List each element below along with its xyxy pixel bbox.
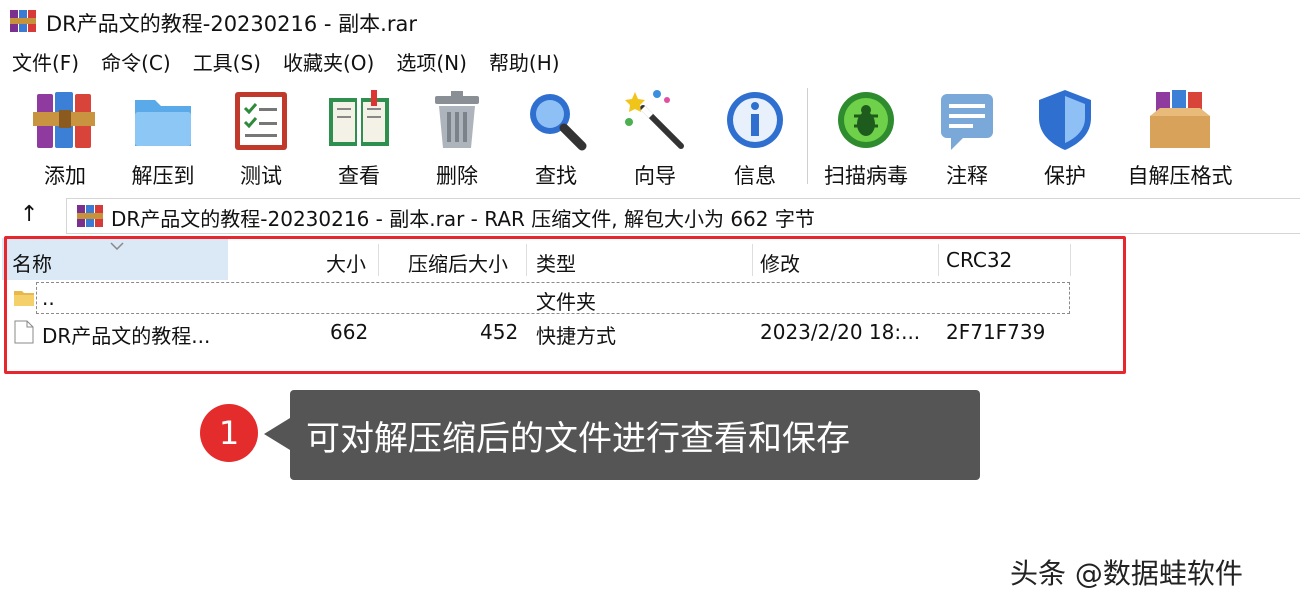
callout-arrow (264, 418, 290, 450)
add-button[interactable]: 添加 (16, 86, 114, 190)
shield-icon (1039, 90, 1091, 150)
checklist-icon (235, 92, 287, 150)
folder-icon (135, 100, 191, 146)
winrar-archive-icon (77, 205, 103, 227)
menu-help[interactable]: 帮助(H) (477, 47, 570, 76)
find-label: 查找 (535, 164, 577, 188)
open-book-icon (329, 90, 389, 146)
add-label: 添加 (44, 164, 86, 188)
info-label: 信息 (734, 164, 776, 188)
menu-favorites[interactable]: 收藏夹(O) (271, 47, 384, 76)
protect-button[interactable]: 保护 (1016, 86, 1114, 190)
callout-text: 可对解压缩后的文件进行查看和保存 (290, 390, 980, 480)
toolbar: 添加 解压到 测试 查看 删除 查找 向导 信息 扫描病毒 注释 保护 自解压格… (0, 80, 1300, 192)
address-path: DR产品文的教程-20230216 - 副本.rar - RAR 压缩文件, 解… (111, 207, 815, 231)
title-bar: DR产品文的教程-20230216 - 副本.rar (0, 0, 1300, 42)
menu-tools[interactable]: 工具(S) (181, 47, 271, 76)
virus-scan-button[interactable]: 扫描病毒 (817, 86, 915, 190)
protect-label: 保护 (1044, 164, 1086, 188)
menu-commands[interactable]: 命令(C) (89, 47, 181, 76)
info-icon (727, 92, 783, 148)
view-label: 查看 (338, 164, 380, 188)
watermark: 头条 @数据蛙软件 (1010, 557, 1243, 590)
menu-options[interactable]: 选项(N) (384, 47, 477, 76)
window-title: DR产品文的教程-20230216 - 副本.rar (46, 12, 417, 36)
extract-to-label: 解压到 (131, 164, 195, 188)
up-arrow-icon[interactable]: ↑ (20, 202, 38, 227)
comment-note-icon (941, 94, 993, 150)
virus-scan-label: 扫描病毒 (824, 164, 908, 188)
comment-label: 注释 (946, 164, 988, 188)
wizard-button[interactable]: 向导 (606, 86, 704, 190)
wizard-label: 向导 (634, 164, 676, 188)
callout-number-badge: 1 (200, 404, 258, 462)
sfx-label: 自解压格式 (1127, 164, 1233, 188)
menu-bar: 文件(F) 命令(C) 工具(S) 收藏夹(O) 选项(N) 帮助(H) (0, 44, 570, 78)
extract-to-button[interactable]: 解压到 (114, 86, 212, 190)
books-archive-icon (33, 92, 95, 148)
find-button[interactable]: 查找 (507, 86, 605, 190)
delete-label: 删除 (436, 164, 478, 188)
highlight-box (4, 236, 1126, 374)
archive-box-icon (1150, 90, 1210, 148)
bug-icon (838, 92, 894, 148)
address-field[interactable]: DR产品文的教程-20230216 - 副本.rar - RAR 压缩文件, 解… (66, 198, 1300, 234)
test-label: 测试 (240, 164, 282, 188)
winrar-app-icon (10, 10, 36, 32)
magic-wand-icon (625, 90, 684, 149)
toolbar-separator (807, 88, 808, 184)
view-button[interactable]: 查看 (310, 86, 408, 190)
address-bar: ↑ DR产品文的教程-20230216 - 副本.rar - RAR 压缩文件,… (0, 194, 1300, 236)
comment-button[interactable]: 注释 (918, 86, 1016, 190)
test-button[interactable]: 测试 (212, 86, 310, 190)
sfx-button[interactable]: 自解压格式 (1116, 86, 1244, 190)
delete-button[interactable]: 删除 (408, 86, 506, 190)
info-button[interactable]: 信息 (706, 86, 804, 190)
trash-can-icon (435, 91, 479, 148)
menu-file[interactable]: 文件(F) (0, 47, 89, 76)
magnifier-icon (530, 94, 587, 151)
